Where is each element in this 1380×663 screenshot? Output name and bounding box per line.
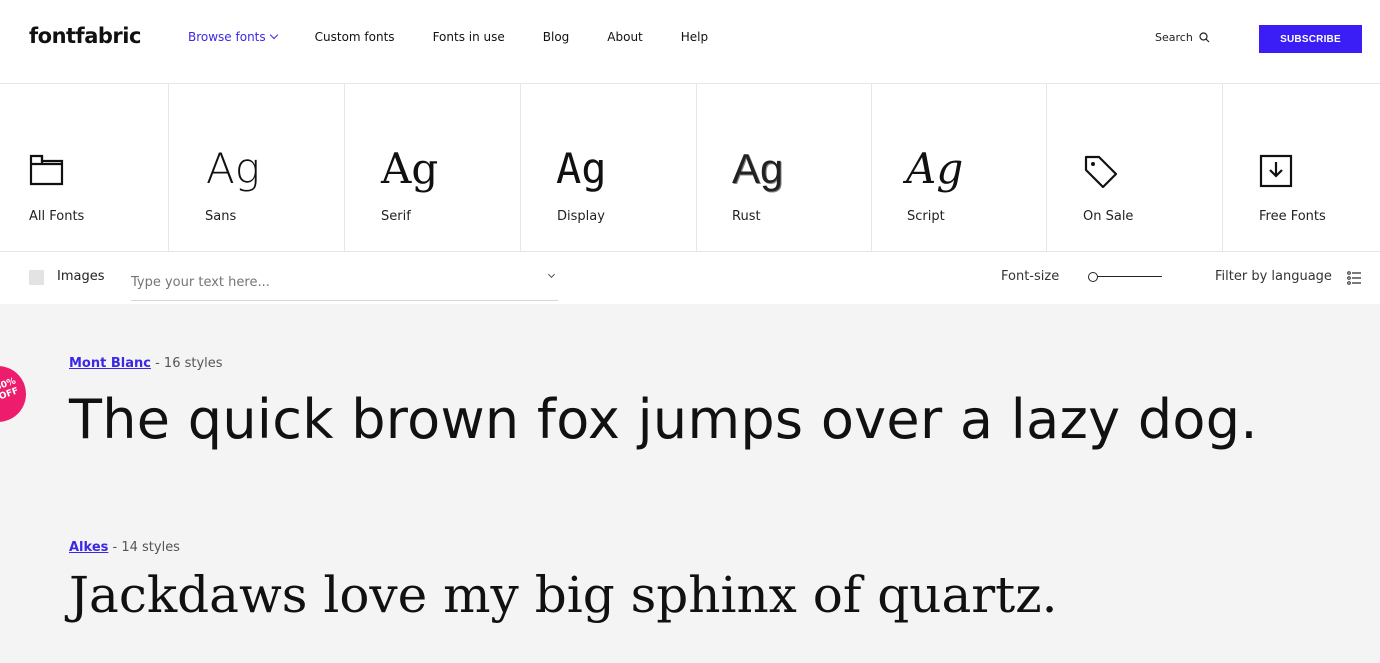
category-glyph: Ag <box>732 145 784 192</box>
nav-browse-fonts-label: Browse fonts <box>188 30 266 44</box>
sale-badge[interactable]: 60% OFF <box>0 358 34 430</box>
site-header: fontfabric Browse fonts Custom fonts Fon… <box>0 0 1380 84</box>
category-display[interactable]: Ag Display <box>521 84 697 252</box>
nav-fonts-in-use[interactable]: Fonts in use <box>433 30 505 44</box>
nav-blog[interactable]: Blog <box>543 30 570 44</box>
search-button[interactable]: Search <box>1155 31 1210 44</box>
category-label: On Sale <box>1083 209 1134 224</box>
nav-help[interactable]: Help <box>681 30 708 44</box>
filter-toolbar: Images Font-size Filter by language <box>0 252 1380 304</box>
nav-about[interactable]: About <box>607 30 642 44</box>
font-meta: Alkes - 14 styles <box>69 536 180 555</box>
font-sample[interactable]: The quick brown fox jumps over a lazy do… <box>69 388 1258 451</box>
images-checkbox[interactable] <box>29 270 44 285</box>
chevron-down-icon <box>269 30 278 40</box>
nav-custom-fonts[interactable]: Custom fonts <box>315 30 395 44</box>
search-label: Search <box>1155 31 1193 44</box>
category-label: All Fonts <box>29 209 85 224</box>
category-rust[interactable]: Ag Rust <box>697 84 872 252</box>
font-size-slider[interactable] <box>1088 272 1162 282</box>
category-on-sale[interactable]: On Sale <box>1047 84 1223 252</box>
preview-text-input[interactable] <box>131 265 558 301</box>
category-glyph: Ag <box>206 144 260 193</box>
list-filter-icon[interactable] <box>1347 271 1361 285</box>
folder-icon <box>29 154 64 186</box>
font-sample[interactable]: Jackdaws love my big sphinx of quartz. <box>69 566 1058 624</box>
font-name-link[interactable]: Alkes <box>69 540 108 555</box>
category-label: Rust <box>732 209 761 224</box>
category-serif[interactable]: Ag Serif <box>345 84 521 252</box>
category-glyph: Ag <box>556 144 607 193</box>
filter-language-label[interactable]: Filter by language <box>1215 269 1332 284</box>
images-label: Images <box>57 269 105 284</box>
tag-icon <box>1084 155 1118 188</box>
font-style-count: - 16 styles <box>155 356 223 371</box>
category-label: Display <box>557 209 605 224</box>
category-script[interactable]: Ag Script <box>872 84 1047 252</box>
category-glyph: Ag <box>906 144 964 193</box>
font-size-label: Font-size <box>1001 269 1060 284</box>
category-free-fonts[interactable]: Free Fonts <box>1223 84 1380 252</box>
font-name-link[interactable]: Mont Blanc <box>69 356 151 371</box>
category-label: Script <box>907 209 945 224</box>
category-bar: All Fonts Ag Sans Ag Serif Ag Display Ag… <box>0 84 1380 252</box>
subscribe-button[interactable]: SUBSCRIBE <box>1259 25 1362 53</box>
slider-knob[interactable] <box>1088 272 1098 282</box>
category-glyph: Ag <box>381 144 439 193</box>
category-label: Sans <box>205 209 237 224</box>
category-sans[interactable]: Ag Sans <box>169 84 345 252</box>
search-icon <box>1199 32 1210 43</box>
slider-track <box>1096 276 1162 277</box>
font-list: 60% OFF Mont Blanc - 16 styles The quick … <box>0 304 1380 663</box>
font-style-count: - 14 styles <box>112 540 180 555</box>
category-all-fonts[interactable]: All Fonts <box>0 84 169 252</box>
font-meta: Mont Blanc - 16 styles <box>69 352 223 371</box>
category-label: Serif <box>381 209 411 224</box>
category-label: Free Fonts <box>1259 209 1326 224</box>
logo[interactable]: fontfabric <box>29 24 141 48</box>
main-nav: Browse fonts Custom fonts Fonts in use B… <box>188 30 746 44</box>
download-box-icon <box>1259 154 1293 188</box>
nav-browse-fonts[interactable]: Browse fonts <box>188 30 278 44</box>
